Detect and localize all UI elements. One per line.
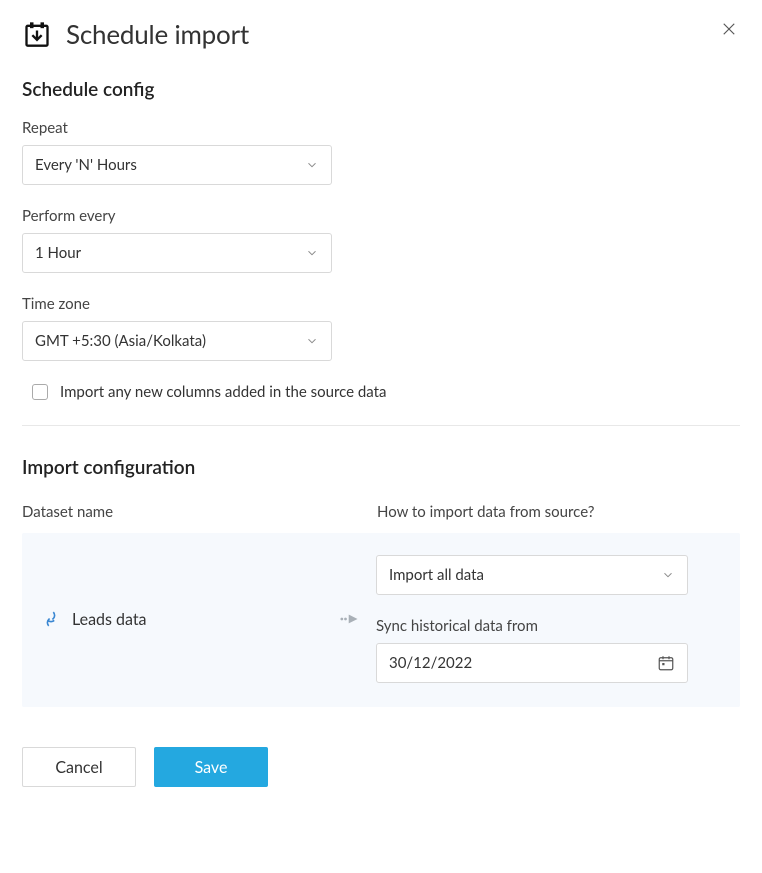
import-new-columns-checkbox[interactable] <box>32 384 48 400</box>
save-button[interactable]: Save <box>154 747 268 787</box>
timezone-field: Time zone GMT +5:30 (Asia/Kolkata) <box>22 295 740 361</box>
chevron-down-icon <box>305 246 319 260</box>
sync-from-date-input[interactable]: 30/12/2022 <box>376 643 688 683</box>
repeat-select[interactable]: Every 'N' Hours <box>22 145 332 185</box>
import-config-row: Leads data Import all data Sync historic… <box>40 555 722 683</box>
mapping-arrow-icon <box>340 613 376 625</box>
dialog-footer: Cancel Save <box>22 747 740 787</box>
import-config-panel: Leads data Import all data Sync historic… <box>22 533 740 707</box>
perform-every-field: Perform every 1 Hour <box>22 207 740 273</box>
dataset-name-value: Leads data <box>72 610 147 629</box>
close-button[interactable] <box>720 20 738 42</box>
timezone-value: GMT +5:30 (Asia/Kolkata) <box>35 332 206 350</box>
import-method-value: Import all data <box>389 566 484 584</box>
perform-every-value: 1 Hour <box>35 244 81 262</box>
import-method-header: How to import data from source? <box>377 503 740 521</box>
calendar-import-icon <box>22 19 52 49</box>
timezone-select[interactable]: GMT +5:30 (Asia/Kolkata) <box>22 321 332 361</box>
repeat-value: Every 'N' Hours <box>35 156 137 174</box>
chevron-down-icon <box>305 158 319 172</box>
link-icon <box>40 608 62 630</box>
dialog-header: Schedule import <box>22 18 740 50</box>
repeat-field: Repeat Every 'N' Hours <box>22 119 740 185</box>
section-divider <box>22 425 740 426</box>
dataset-name-header: Dataset name <box>22 503 377 521</box>
perform-every-select[interactable]: 1 Hour <box>22 233 332 273</box>
import-new-columns-row: Import any new columns added in the sour… <box>32 383 740 401</box>
schedule-import-dialog: Schedule import Schedule config Repeat E… <box>0 0 762 873</box>
dataset-name-cell: Leads data <box>40 608 340 630</box>
sync-from-date-value: 30/12/2022 <box>389 654 472 672</box>
import-config-columns-header: Dataset name How to import data from sou… <box>22 503 740 521</box>
cancel-button[interactable]: Cancel <box>22 747 136 787</box>
chevron-down-icon <box>305 334 319 348</box>
close-icon <box>720 23 738 42</box>
import-new-columns-label: Import any new columns added in the sour… <box>60 383 387 401</box>
calendar-icon <box>657 654 675 672</box>
import-config-right: Import all data Sync historical data fro… <box>376 555 722 683</box>
schedule-config-heading: Schedule config <box>22 78 740 101</box>
sync-from-label: Sync historical data from <box>376 617 722 635</box>
import-config-heading: Import configuration <box>22 456 740 479</box>
perform-every-label: Perform every <box>22 207 740 225</box>
dialog-title: Schedule import <box>66 18 249 50</box>
timezone-label: Time zone <box>22 295 740 313</box>
chevron-down-icon <box>661 568 675 582</box>
import-method-select[interactable]: Import all data <box>376 555 688 595</box>
repeat-label: Repeat <box>22 119 740 137</box>
